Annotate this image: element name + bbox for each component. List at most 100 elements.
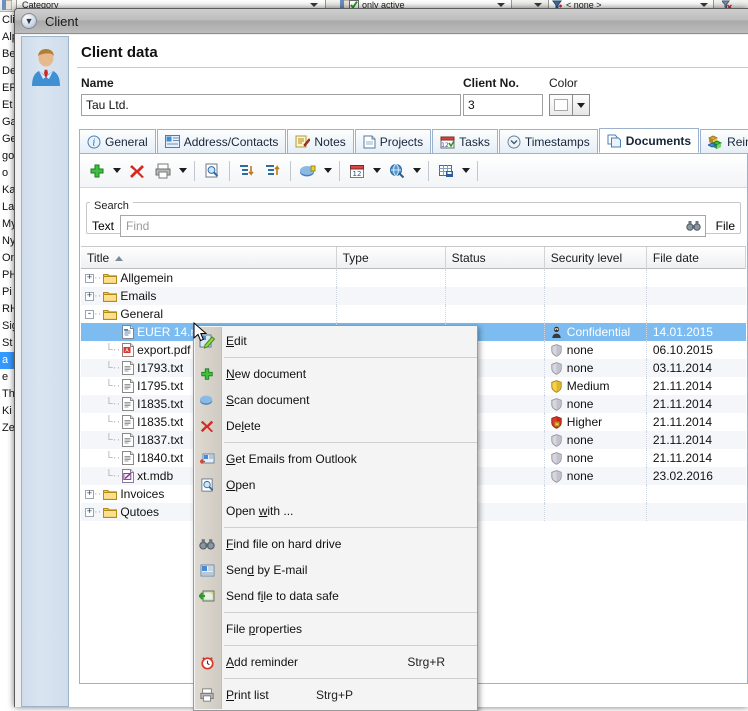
- collapse-node-icon[interactable]: -: [85, 310, 94, 319]
- menu-item-scan-document[interactable]: Scan document: [194, 387, 477, 413]
- menu-item-open[interactable]: Open: [194, 472, 477, 498]
- menu-item-add-reminder[interactable]: Add reminderStrg+R: [194, 649, 477, 675]
- print-dropdown-arrow-icon[interactable]: [176, 158, 190, 184]
- grid-cell-security-level: none: [545, 431, 647, 449]
- svg-text:i: i: [93, 138, 96, 148]
- menu-item-new-document[interactable]: New document: [194, 361, 477, 387]
- menu-item-find-file-on-hard-drive[interactable]: Find file on hard drive: [194, 531, 477, 557]
- menu-separator: [224, 678, 477, 679]
- grid-cell-status: [446, 269, 545, 287]
- shield-none-icon: [551, 344, 562, 357]
- only-active-arrow-icon[interactable]: [534, 3, 542, 7]
- grid-cell-security-level: Medium: [545, 377, 647, 395]
- grid-cell-title[interactable]: +··Allgemein: [81, 269, 337, 287]
- tab-reimbursable-expenses[interactable]: Reimbursable expenses: [700, 129, 748, 153]
- second-filter-arrow-icon[interactable]: [497, 3, 505, 7]
- grid-cell-security-level: none: [545, 341, 647, 359]
- info-icon: i: [87, 135, 101, 149]
- documents-context-menu[interactable]: Edit New documentScan documentDelete Get E…: [193, 325, 478, 711]
- search-group: Search Text File: [86, 194, 741, 243]
- printer-icon[interactable]: [150, 158, 176, 184]
- tab-tasks[interactable]: 12Tasks: [432, 129, 498, 153]
- menu-item-send-by-e-mail[interactable]: Send by E-mail: [194, 557, 477, 583]
- window-title: Client: [45, 14, 78, 29]
- grid-column-label: Security level: [551, 251, 622, 265]
- menu-item-send-file-to-data-safe[interactable]: Send file to data safe: [194, 583, 477, 609]
- expand-node-icon[interactable]: +: [85, 508, 94, 517]
- grid-column-header[interactable]: Security level: [545, 247, 647, 269]
- tree-line: └··: [105, 398, 120, 410]
- menu-item-label: Find file on hard drive: [220, 537, 341, 551]
- menu-item-file-properties[interactable]: File properties: [194, 616, 477, 642]
- folder-icon: [103, 506, 117, 518]
- grid-row[interactable]: +··Allgemein: [81, 269, 746, 287]
- expand-node-icon[interactable]: +: [85, 274, 94, 283]
- mdb-file-icon: [122, 469, 134, 483]
- folder-icon: [103, 272, 117, 284]
- red-x-icon[interactable]: [124, 158, 150, 184]
- grid-cell-security-level: [545, 287, 647, 305]
- scanner-icon[interactable]: [295, 158, 321, 184]
- grid-cell-title[interactable]: -··General: [81, 305, 337, 323]
- expand-node-icon[interactable]: +: [85, 490, 94, 499]
- binoculars-icon[interactable]: [686, 219, 701, 235]
- tab-timestamps[interactable]: Timestamps: [499, 129, 598, 153]
- reminder-dropdown-arrow-icon[interactable]: [370, 158, 384, 184]
- menu-item-open-with[interactable]: Open with ...: [194, 498, 477, 524]
- grid-column-header[interactable]: Title: [81, 247, 337, 269]
- search-input-wrapper: [120, 215, 706, 237]
- new-dropdown-arrow-icon[interactable]: [110, 158, 124, 184]
- client-no-input[interactable]: [463, 94, 543, 116]
- tab-projects[interactable]: Projects: [355, 129, 431, 153]
- grid-cell-file-date: 21.11.2014: [647, 377, 746, 395]
- export-dropdown-arrow-icon[interactable]: [459, 158, 473, 184]
- grid-column-header[interactable]: File date: [647, 247, 746, 269]
- menu-item-print-list[interactable]: Print listStrg+P: [194, 682, 477, 708]
- search-input[interactable]: [120, 215, 706, 237]
- magnifier-document-icon[interactable]: [199, 158, 225, 184]
- tab-notes[interactable]: Notes: [287, 129, 353, 153]
- menu-item-delete[interactable]: Delete: [194, 413, 477, 439]
- magnifier-document-icon: [194, 478, 220, 493]
- grid-column-header[interactable]: Type: [337, 247, 446, 269]
- toolbar-separator: [477, 161, 478, 181]
- collapse-tree-icon[interactable]: [260, 158, 286, 184]
- color-dropdown-button[interactable]: [573, 94, 590, 116]
- tree-line: └··: [105, 470, 120, 482]
- category-filter-arrow-icon[interactable]: [310, 3, 318, 7]
- green-plus-icon[interactable]: [84, 158, 110, 184]
- menu-item-get-emails-from-outlook[interactable]: Get Emails from Outlook: [194, 446, 477, 472]
- grid-cell-file-date: 21.11.2014: [647, 413, 746, 431]
- tab-general[interactable]: iGeneral: [79, 129, 156, 153]
- shield-none-icon: [551, 398, 562, 411]
- expand-tree-icon[interactable]: [234, 158, 260, 184]
- tab-address-contacts[interactable]: Address/Contacts: [157, 129, 287, 153]
- grid-cell-security-label: none: [567, 397, 594, 411]
- globe-search-icon[interactable]: [384, 158, 410, 184]
- grid-column-header[interactable]: Status: [446, 247, 545, 269]
- shield-medium-icon: [551, 380, 562, 393]
- chevron-down-circle-icon[interactable]: ▼: [21, 13, 37, 29]
- color-button[interactable]: [549, 94, 573, 116]
- clock-icon: [507, 135, 521, 149]
- grid-cell-security-level: none: [545, 449, 647, 467]
- menu-item-shortcut: Strg+R: [407, 655, 445, 669]
- none-filter-arrow-icon[interactable]: [700, 3, 708, 7]
- expand-node-icon[interactable]: +: [85, 292, 94, 301]
- websearch-dropdown-arrow-icon[interactable]: [410, 158, 424, 184]
- grid-row[interactable]: +··Emails: [81, 287, 746, 305]
- calendar-12-icon[interactable]: 12: [344, 158, 370, 184]
- menu-item-edit[interactable]: Edit: [194, 328, 477, 354]
- data-safe-icon: [194, 589, 220, 603]
- grid-row[interactable]: -··General: [81, 305, 746, 323]
- scan-dropdown-arrow-icon[interactable]: [321, 158, 335, 184]
- grid-column-label: File date: [653, 251, 699, 265]
- txt-file-icon: [122, 397, 134, 411]
- tab-documents[interactable]: Documents: [599, 128, 699, 153]
- name-input[interactable]: [81, 94, 461, 116]
- grid-export-icon[interactable]: [433, 158, 459, 184]
- grid-cell-type: [337, 269, 446, 287]
- grid-cell-title[interactable]: +··Emails: [81, 287, 337, 305]
- copy-documents-icon: [607, 134, 622, 148]
- calendar-icon: 12: [440, 135, 455, 149]
